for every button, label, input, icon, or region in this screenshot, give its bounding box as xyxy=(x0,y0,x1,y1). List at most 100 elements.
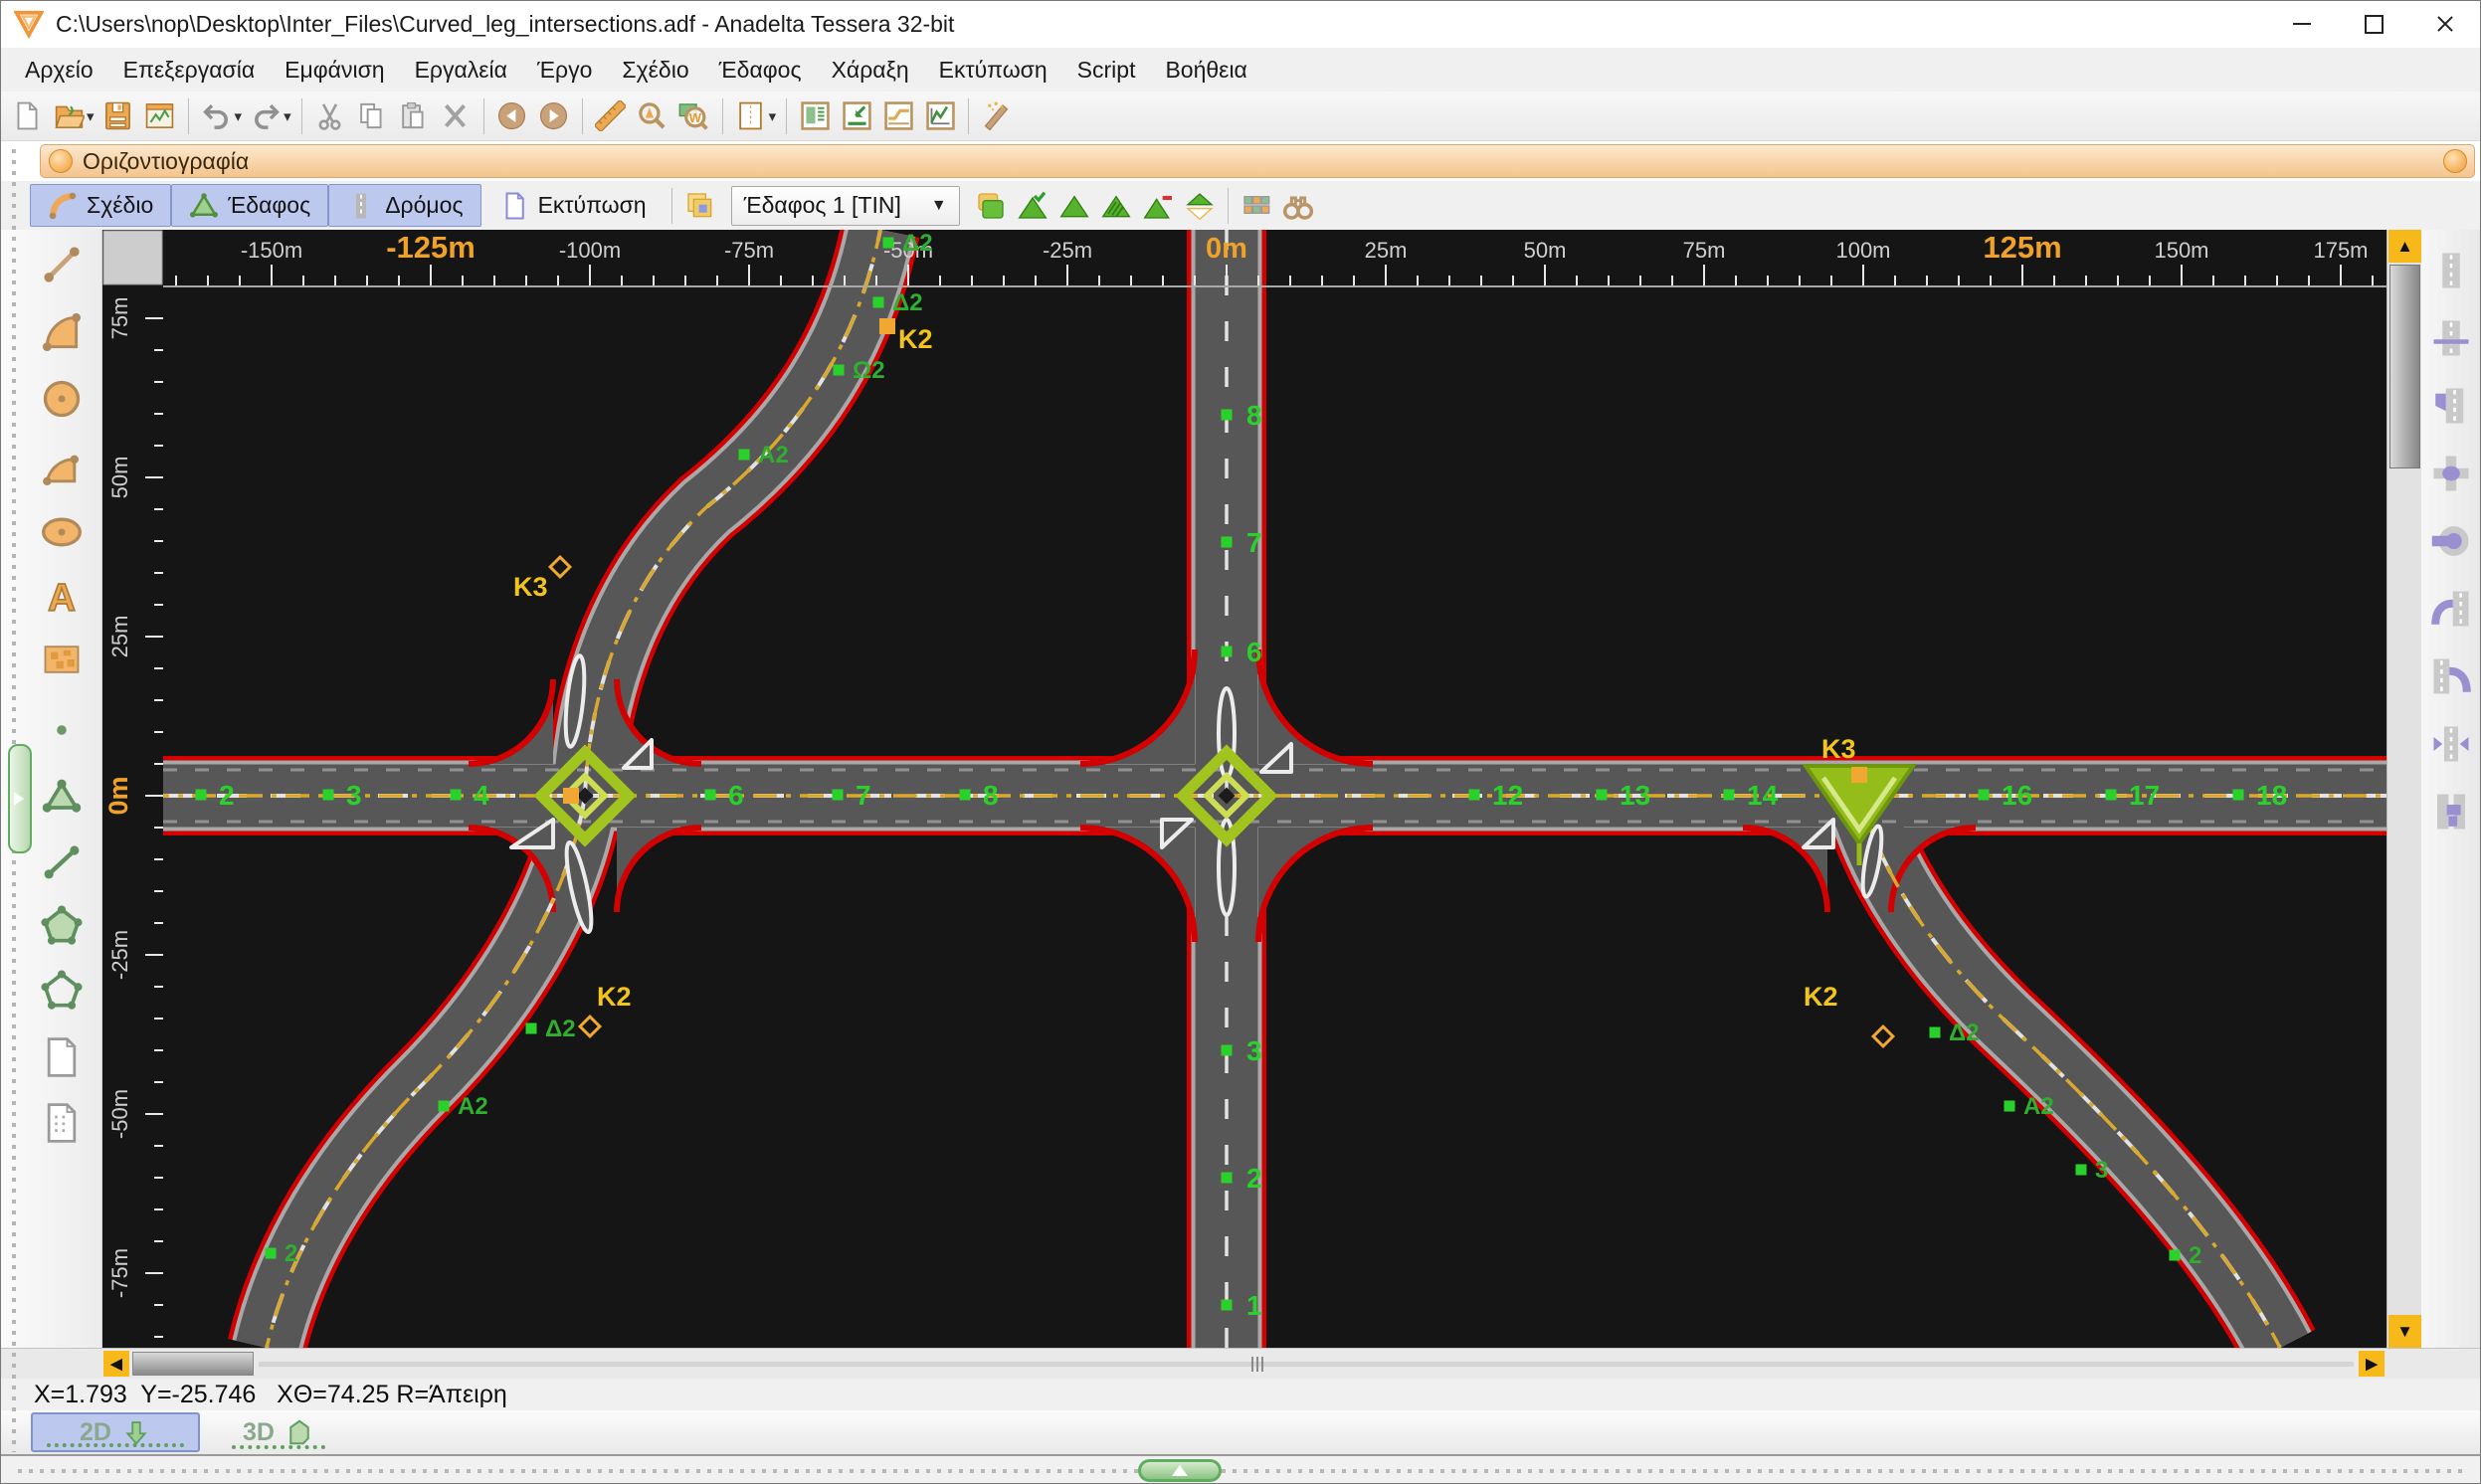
terrain-plain-button[interactable] xyxy=(1053,185,1095,227)
horizontal-scroll-thumb[interactable] xyxy=(132,1352,254,1376)
curve-join-left-tool[interactable] xyxy=(2428,586,2474,632)
surface-select[interactable]: Έδαφος 1 [TIN]▼ xyxy=(731,186,960,226)
grid-cells-button[interactable] xyxy=(1236,185,1277,227)
poly-fill-tool[interactable] xyxy=(34,898,90,954)
dropdown-arrow-icon[interactable]: ▾ xyxy=(769,107,777,125)
road-branch-tool[interactable] xyxy=(2428,383,2474,429)
view-enter-button[interactable] xyxy=(836,95,877,137)
hatch-tool[interactable] xyxy=(34,632,90,687)
pane-splitter-handle[interactable] xyxy=(1251,1357,1263,1372)
menu-item-Σχέδιο[interactable]: Σχέδιο xyxy=(607,52,703,89)
menu-item-Έδαφος[interactable]: Έδαφος xyxy=(704,52,817,89)
title-bar: C:\Users\nop\Desktop\Inter_Files\Curved_… xyxy=(0,0,2481,48)
scroll-down-button[interactable]: ▼ xyxy=(2388,1315,2421,1348)
dropdown-arrow-icon[interactable]: ▾ xyxy=(284,107,291,125)
svg-text:W: W xyxy=(689,110,702,125)
terrain-minus-button[interactable] xyxy=(1137,185,1179,227)
terrain-hatch-button[interactable] xyxy=(1095,185,1137,227)
ellipse-tool[interactable] xyxy=(34,504,90,560)
menu-item-Χάραξη[interactable]: Χάραξη xyxy=(817,52,924,89)
minimize-button[interactable] xyxy=(2266,0,2338,48)
arc2-tool[interactable] xyxy=(34,441,90,496)
mode-button-Σχέδιο[interactable]: Σχέδιο xyxy=(30,184,171,227)
new-file-button[interactable] xyxy=(6,95,48,137)
measure-button[interactable] xyxy=(590,95,632,137)
mode-button-Έδαφος[interactable]: Έδαφος xyxy=(171,184,328,227)
scroll-left-button[interactable]: ◀ xyxy=(103,1351,129,1377)
menu-item-Script[interactable]: Script xyxy=(1062,52,1151,89)
text-tool[interactable]: A xyxy=(34,570,90,626)
curve-join-right-tool[interactable] xyxy=(2428,653,2474,699)
mode-button-Δρόμος[interactable]: Δρόμος xyxy=(328,184,480,227)
scroll-up-button[interactable]: ▲ xyxy=(2388,230,2421,263)
magic-wand-button[interactable] xyxy=(976,95,1018,137)
view-list-button[interactable] xyxy=(794,95,836,137)
nav-forward-button[interactable] xyxy=(533,95,575,137)
tri-nodes-tool[interactable] xyxy=(34,769,90,825)
roundabout-tool[interactable] xyxy=(2428,518,2474,564)
bottom-panel-handle[interactable] xyxy=(1138,1459,1222,1482)
open-folder-button[interactable] xyxy=(48,95,90,137)
dropdown-arrow-icon[interactable]: ▾ xyxy=(87,107,95,125)
left-panel-handle[interactable] xyxy=(8,744,32,853)
drawing-canvas[interactable]: -150m-125m-100m-75m-50m-25m0m25m50m75m10… xyxy=(102,230,2386,1348)
vertical-scrollbar[interactable]: ▲ ▼ xyxy=(2386,230,2421,1348)
cut-button[interactable] xyxy=(309,95,351,137)
view-section-button[interactable] xyxy=(877,95,919,137)
terrain-copy-button[interactable] xyxy=(970,185,1012,227)
svg-text:14: 14 xyxy=(1747,780,1779,811)
layers-button[interactable] xyxy=(679,185,721,227)
menu-item-Εκτύπωση[interactable]: Εκτύπωση xyxy=(924,52,1062,89)
point-tool[interactable] xyxy=(34,702,90,758)
undo-button[interactable] xyxy=(196,95,238,137)
zoom-point-button[interactable] xyxy=(632,95,673,137)
menu-item-Εργαλεία[interactable]: Εργαλεία xyxy=(400,52,522,89)
binoculars-button[interactable] xyxy=(1277,185,1319,227)
delete-button[interactable] xyxy=(435,95,477,137)
tab-3d[interactable]: 3D xyxy=(218,1412,339,1452)
project-window-button[interactable] xyxy=(139,95,181,137)
segment-tool[interactable] xyxy=(34,834,90,889)
split-view-button[interactable] xyxy=(730,95,772,137)
circle-tool[interactable] xyxy=(34,371,90,427)
save-button[interactable] xyxy=(97,95,139,137)
poly-outline-tool[interactable] xyxy=(34,963,90,1019)
line-tool[interactable] xyxy=(34,237,90,292)
menu-item-Εμφάνιση[interactable]: Εμφάνιση xyxy=(270,52,399,89)
dropdown-arrow-icon[interactable]: ▾ xyxy=(235,107,243,125)
nav-back-button[interactable] xyxy=(491,95,533,137)
road-endpoints-tool[interactable] xyxy=(2428,721,2474,767)
svg-text:150m: 150m xyxy=(2154,238,2208,263)
road-segment-tool[interactable] xyxy=(2428,248,2474,293)
menu-item-Έργο[interactable]: Έργο xyxy=(522,52,607,89)
mode-button-Εκτύπωση[interactable]: Εκτύπωση xyxy=(481,184,665,227)
zoom-window-button[interactable]: W xyxy=(673,95,715,137)
vertical-scroll-thumb[interactable] xyxy=(2389,265,2420,468)
panel-collapse-button[interactable] xyxy=(2443,149,2467,173)
road-crossing-tool[interactable] xyxy=(2428,315,2474,361)
close-button[interactable] xyxy=(2409,0,2481,48)
tab-2d[interactable]: 2D xyxy=(31,1412,200,1452)
terrain-updown-button[interactable] xyxy=(1179,185,1221,227)
panel-title: Οριζοντιογραφία xyxy=(83,148,249,175)
horizontal-scrollbar[interactable]: ◀ ▶ xyxy=(0,1348,2481,1379)
page-dotted-tool[interactable] xyxy=(34,1095,90,1151)
svg-text:125m: 125m xyxy=(1983,230,2061,265)
scroll-right-button[interactable]: ▶ xyxy=(2359,1351,2385,1377)
junction-roundabout-tool[interactable] xyxy=(2428,451,2474,496)
svg-text:6: 6 xyxy=(728,780,744,811)
horizontal-scroll-track[interactable] xyxy=(259,1362,2354,1367)
page-tool[interactable] xyxy=(34,1029,90,1085)
redo-button[interactable] xyxy=(245,95,286,137)
maximize-button[interactable] xyxy=(2338,0,2409,48)
copy-button[interactable] xyxy=(351,95,393,137)
view-diagram-button[interactable] xyxy=(919,95,961,137)
arc-tool[interactable] xyxy=(34,304,90,360)
menu-item-Επεξεργασία[interactable]: Επεξεργασία xyxy=(108,52,271,89)
road-bay-tool[interactable] xyxy=(2428,789,2474,835)
terrain-check-button[interactable] xyxy=(1012,185,1053,227)
menu-item-Αρχείο[interactable]: Αρχείο xyxy=(10,52,108,89)
paste-button[interactable] xyxy=(393,95,435,137)
svg-text:A2: A2 xyxy=(458,1093,488,1120)
menu-item-Βοήθεια[interactable]: Βοήθεια xyxy=(1150,52,1261,89)
